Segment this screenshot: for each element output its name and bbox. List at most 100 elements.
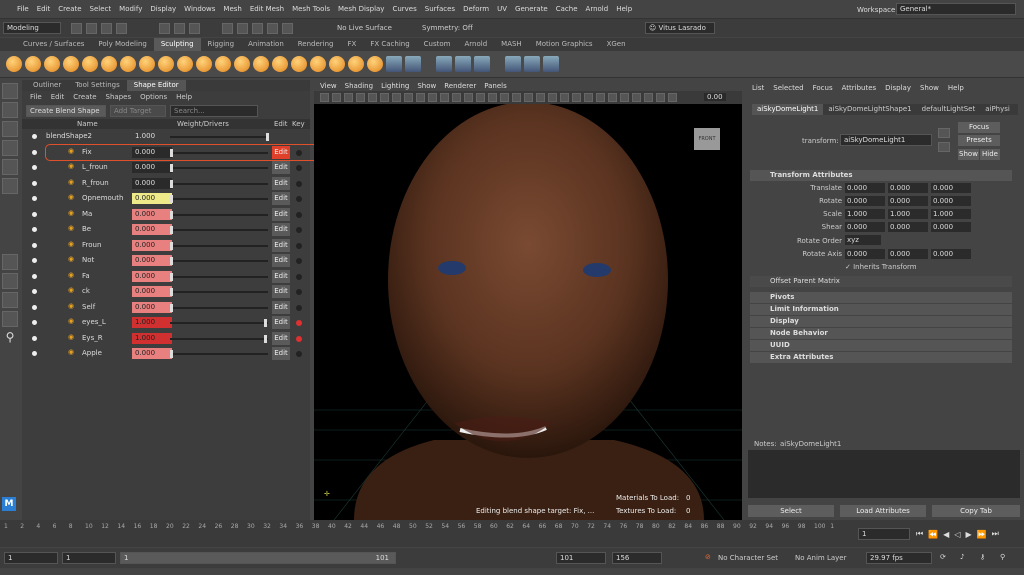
search-icon[interactable]: ⚲	[2, 330, 18, 346]
target-weight[interactable]: 0.000	[132, 255, 172, 266]
viewport-tool-icon[interactable]	[451, 93, 461, 102]
attr-tab-1[interactable]: aiSkyDomeLightShape1	[823, 104, 916, 115]
viewport-tool-icon[interactable]	[631, 93, 641, 102]
blend-shape-icon[interactable]	[436, 56, 452, 72]
mode-select[interactable]: Modeling	[3, 22, 61, 34]
select-component-icon[interactable]	[189, 22, 200, 34]
view-cube[interactable]: FRONT	[694, 128, 720, 150]
grab-tool-icon[interactable]	[63, 56, 79, 72]
target-key-button[interactable]	[296, 351, 302, 357]
viewport-tool-icon[interactable]	[583, 93, 593, 102]
target-row[interactable]: ◉ Froun 0.000 Edit	[24, 238, 308, 254]
start-time-field[interactable]: 1	[4, 552, 58, 564]
shelf-tab-rendering[interactable]: Rendering	[291, 38, 341, 51]
target-edit-button[interactable]: Edit	[272, 223, 290, 236]
select-object-icon[interactable]	[174, 22, 185, 34]
target-slider-handle[interactable]	[170, 210, 173, 219]
target-slider-handle[interactable]	[170, 288, 173, 296]
shelf-tab-sculpting[interactable]: Sculpting	[153, 38, 201, 51]
target-weight[interactable]: 0.000	[132, 270, 172, 282]
target-slider[interactable]	[170, 198, 268, 200]
target-slider[interactable]	[170, 260, 268, 262]
target-key-button[interactable]	[296, 149, 302, 156]
target-slider-handle[interactable]	[264, 319, 267, 327]
attr-scale-z[interactable]: 1.000	[931, 209, 971, 219]
attr-translate-y[interactable]: 0.000	[888, 183, 928, 193]
blendshape-slider[interactable]	[170, 136, 268, 138]
shelf-tab-animation[interactable]: Animation	[241, 38, 291, 51]
visibility-dot[interactable]	[32, 211, 37, 217]
target-slider-handle[interactable]	[170, 226, 173, 234]
menu-help[interactable]: Help	[616, 5, 632, 13]
select-hierarchy-icon[interactable]	[159, 22, 170, 34]
go-to-end-icon[interactable]: ⏭	[992, 529, 999, 539]
viewport-tool-icon[interactable]	[643, 93, 653, 102]
section-limit-information[interactable]: Limit Information	[750, 304, 1012, 315]
anim-layer-label[interactable]: No Anim Layer	[795, 554, 846, 562]
target-edit-button[interactable]: Edit	[272, 161, 290, 174]
target-edit-button[interactable]: Edit	[272, 176, 290, 190]
viewport-tool-icon[interactable]	[379, 93, 389, 102]
viewport-tool-icon[interactable]	[439, 93, 449, 102]
single-view-icon[interactable]	[2, 254, 18, 270]
rotate-tool-icon[interactable]	[2, 159, 18, 175]
shelf-tab-fx-caching[interactable]: FX Caching	[363, 38, 416, 51]
target-slider-handle[interactable]	[170, 272, 173, 281]
visibility-dot[interactable]	[32, 351, 37, 356]
menu-arnold[interactable]: Arnold	[586, 5, 609, 13]
presets-button[interactable]: Presets	[958, 135, 1000, 146]
focus-button[interactable]: Focus	[958, 122, 1000, 133]
key-icon[interactable]: ⚷	[980, 553, 985, 561]
target-key-button[interactable]	[296, 273, 302, 280]
target-edit-button[interactable]: Edit	[272, 145, 290, 159]
menu-options[interactable]: Options	[140, 93, 167, 101]
target-slider-handle[interactable]	[264, 334, 267, 343]
open-scene-icon[interactable]	[71, 22, 82, 34]
freeze-tool-icon[interactable]	[329, 56, 345, 72]
target-row[interactable]: ◉ Fa 0.000 Edit	[24, 269, 308, 285]
target-slider[interactable]	[170, 182, 268, 185]
viewport-menu-show[interactable]: Show	[417, 82, 436, 90]
add-target-button[interactable]: Add Target	[110, 105, 166, 117]
range-slider[interactable]: 1 101	[120, 552, 396, 564]
auto-key-icon[interactable]: ⚲	[1000, 553, 1005, 561]
target-slider-handle[interactable]	[170, 257, 173, 265]
target-row[interactable]: ◉ Apple 0.000 Edit	[24, 346, 308, 362]
target-weight[interactable]: 0.000	[132, 348, 172, 359]
outliner-layout-icon[interactable]	[2, 311, 18, 327]
attr-shear-z[interactable]: 0.000	[931, 222, 971, 232]
flatten-tool-icon[interactable]	[101, 56, 117, 72]
target-key-button[interactable]	[296, 335, 302, 342]
play-forward-icon[interactable]: ▶	[965, 530, 971, 539]
attr-tab-3[interactable]: aiPhysi	[980, 104, 1015, 115]
audio-icon[interactable]: ♪	[960, 553, 964, 561]
viewport-tool-icon[interactable]	[391, 93, 401, 102]
viewport-tool-icon[interactable]	[367, 93, 377, 102]
undo-icon[interactable]	[101, 22, 112, 34]
target-slider-handle[interactable]	[170, 148, 173, 157]
go-to-output-icon[interactable]	[938, 142, 950, 152]
target-key-button[interactable]	[296, 320, 302, 326]
bulge-tool-icon[interactable]	[291, 56, 307, 72]
mesh-tool-icon[interactable]	[405, 56, 421, 72]
target-slider[interactable]	[170, 275, 268, 278]
section-pivots[interactable]: Pivots	[750, 292, 1012, 303]
target-edit-button[interactable]: Edit	[272, 254, 290, 267]
scale-tool-icon[interactable]	[2, 178, 18, 194]
redo-icon[interactable]	[116, 22, 127, 34]
visibility-dot[interactable]	[32, 165, 37, 170]
lasso-tool-icon[interactable]	[2, 102, 18, 118]
target-row[interactable]: ◉ L_froun 0.000 Edit	[24, 160, 308, 176]
menu-mesh-tools[interactable]: Mesh Tools	[292, 5, 330, 13]
rotate-order-select[interactable]: xyz	[845, 235, 881, 245]
shelf-tab-mash[interactable]: MASH	[494, 38, 529, 51]
attr-rotate-x[interactable]: 0.000	[845, 196, 885, 206]
workspace-select[interactable]: General*	[896, 3, 1016, 15]
amplify-tool-icon[interactable]	[310, 56, 326, 72]
smooth-tool-icon[interactable]	[25, 56, 41, 72]
target-slider[interactable]	[170, 291, 268, 293]
go-to-start-icon[interactable]: ⏮	[916, 529, 923, 539]
menu-mesh[interactable]: Mesh	[223, 5, 241, 13]
save-scene-icon[interactable]	[86, 22, 97, 34]
show-button[interactable]: Show	[958, 149, 979, 160]
